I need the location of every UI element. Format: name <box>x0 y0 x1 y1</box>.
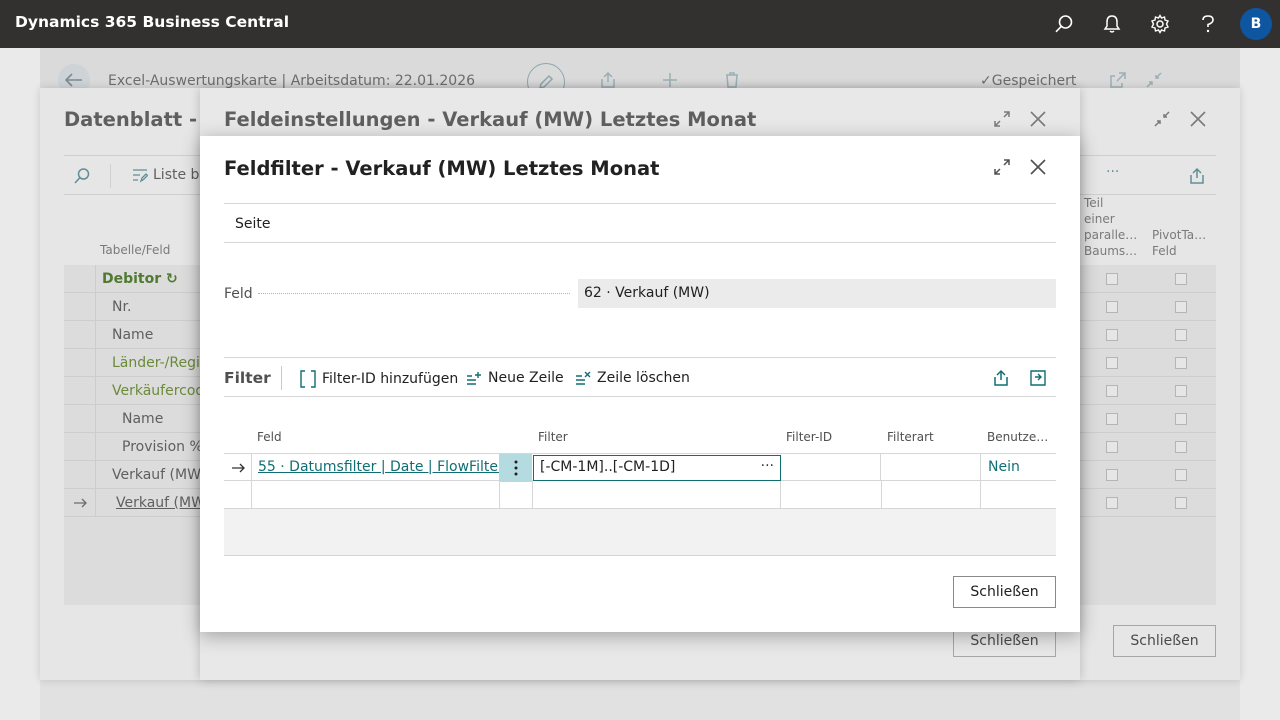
column-header-filter-type[interactable]: Filterart <box>887 430 934 444</box>
column-header-filter[interactable]: Filter <box>538 430 568 444</box>
close-icon[interactable] <box>1026 155 1050 179</box>
share-icon[interactable] <box>598 70 618 90</box>
collapse-icon[interactable] <box>1150 107 1174 131</box>
column-header-pivot-field[interactable]: PivotTa… Feld <box>1152 227 1206 259</box>
arrow-right-icon <box>231 463 245 472</box>
add-filter-id-button[interactable]: Filter-ID hinzufügen <box>300 370 458 388</box>
field-link[interactable]: 55 · Datumsfilter | Date | FlowFilter <box>258 459 504 475</box>
collapse-icon[interactable] <box>1144 70 1164 90</box>
edit-list-button[interactable]: Liste be <box>132 167 208 183</box>
filter-input[interactable]: [-CM-1M]..[-CM-1D] ··· <box>533 455 781 481</box>
expand-icon[interactable] <box>990 155 1014 179</box>
close-button[interactable]: Schließen <box>953 576 1056 608</box>
arrow-right-icon <box>73 498 87 508</box>
gear-icon[interactable] <box>1148 12 1172 36</box>
section-header[interactable]: Seite <box>224 203 1056 243</box>
close-button[interactable]: Schließen <box>1113 625 1216 657</box>
bell-icon[interactable] <box>1100 12 1124 36</box>
filter-heading: Filter <box>224 369 271 387</box>
field-label: Feld <box>224 286 253 302</box>
user-defined-value[interactable]: Nein <box>988 459 1020 475</box>
table-row[interactable] <box>224 481 1056 509</box>
grid-empty-area <box>224 509 1056 556</box>
field-value: 62 · Verkauf (MW) <box>578 279 1056 308</box>
search-icon[interactable] <box>1052 12 1076 36</box>
delete-line-button[interactable]: Zeile löschen <box>575 370 690 386</box>
toolbar-separator <box>110 164 111 188</box>
close-icon[interactable] <box>1026 107 1050 131</box>
field-leader-dots <box>258 293 570 294</box>
more-options-icon[interactable]: ··· <box>761 458 774 474</box>
column-header-table-field[interactable]: Tabelle/Feld <box>100 242 170 258</box>
dialog-title: Feldfilter - Verkauf (MW) Letztes Monat <box>224 157 660 180</box>
list-edit-icon <box>133 169 148 183</box>
share-icon[interactable] <box>1185 164 1209 188</box>
field-filter-dialog: Feldfilter - Verkauf (MW) Letztes Monat … <box>200 136 1080 632</box>
expand-icon[interactable] <box>990 107 1014 131</box>
search-icon[interactable] <box>70 164 94 188</box>
delete-row-icon <box>575 371 591 385</box>
new-line-button[interactable]: Neue Zeile <box>466 370 564 386</box>
vertical-ellipsis-icon <box>514 460 517 476</box>
column-header-filter-id[interactable]: Filter-ID <box>786 430 832 444</box>
share-icon[interactable] <box>990 367 1012 389</box>
brackets-icon <box>300 370 316 388</box>
help-icon[interactable] <box>1196 12 1220 36</box>
close-icon[interactable] <box>1186 107 1210 131</box>
section-label: Seite <box>235 216 271 232</box>
arrow-left-icon <box>65 73 82 87</box>
toolbar-separator <box>281 366 282 390</box>
row-actions-button[interactable] <box>499 454 532 482</box>
column-header-parallel-tree[interactable]: Teil einer paralle… Baums… <box>1084 195 1137 259</box>
open-in-excel-icon[interactable] <box>1027 367 1049 389</box>
plus-icon[interactable] <box>660 70 680 90</box>
dialog-title: Feldeinstellungen - Verkauf (MW) Letztes… <box>224 108 757 131</box>
avatar[interactable]: B <box>1240 8 1272 40</box>
more-icon[interactable]: ··· <box>1106 164 1119 180</box>
open-in-new-window-icon[interactable] <box>1108 70 1128 90</box>
row-selector[interactable] <box>224 454 252 481</box>
page-title: Excel-Auswertungskarte | Arbeitsdatum: 2… <box>108 73 476 89</box>
column-header-user[interactable]: Benutze… <box>987 430 1048 444</box>
insert-row-icon <box>466 371 482 385</box>
column-header-field[interactable]: Feld <box>257 430 282 444</box>
app-title[interactable]: Dynamics 365 Business Central <box>15 13 289 31</box>
filter-toolbar: Filter Filter-ID hinzufügen Neue Zeile Z… <box>224 357 1056 397</box>
app-bar: Dynamics 365 Business Central B <box>0 0 1280 48</box>
table-row[interactable]: 55 · Datumsfilter | Date | FlowFilter [-… <box>224 453 1056 482</box>
check-icon: ✓ <box>980 73 992 89</box>
saved-status: ✓Gespeichert <box>980 73 1077 89</box>
trash-icon[interactable] <box>722 70 742 90</box>
